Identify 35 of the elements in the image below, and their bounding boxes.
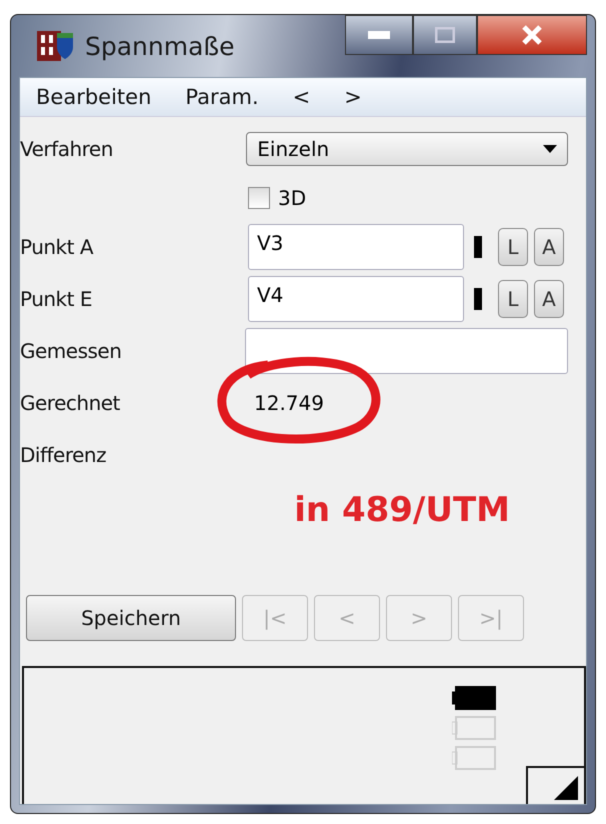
field-label: Differenz <box>20 443 108 467</box>
menu-item[interactable]: < <box>292 85 310 109</box>
point-input-field[interactable]: V4 <box>248 276 464 322</box>
point-button[interactable]: A <box>534 228 564 266</box>
window-title: Spannmaße <box>85 32 235 60</box>
checkbox[interactable] <box>248 187 270 209</box>
marker-bar <box>474 236 482 258</box>
minimize-button[interactable] <box>345 15 413 55</box>
measured-input-field[interactable] <box>245 328 568 374</box>
field-label: Gemessen <box>20 339 122 363</box>
point-button[interactable]: L <box>498 280 528 318</box>
close-icon <box>521 25 543 45</box>
menu-item[interactable]: Param. <box>185 85 259 109</box>
field-label: Punkt A <box>20 235 94 259</box>
maximize-icon <box>435 27 455 43</box>
minimize-icon <box>368 31 390 39</box>
marker-bar <box>474 288 482 310</box>
point-input-field[interactable]: V3 <box>248 224 464 270</box>
field-label: Verfahren <box>20 137 114 161</box>
checkbox-label: 3D <box>278 186 306 210</box>
computed-value: 12.749 <box>254 391 324 415</box>
annotation-text: in 489/UTM <box>294 490 510 530</box>
menu-item[interactable]: Bearbeiten <box>36 85 152 109</box>
dropdown-arrow-icon <box>543 145 557 153</box>
resize-grip-icon <box>554 776 578 800</box>
field-label: Punkt E <box>20 287 93 311</box>
menu-item[interactable]: > <box>344 85 362 109</box>
app-icon <box>37 29 75 63</box>
close-button[interactable] <box>477 15 587 55</box>
field-label: Gerechnet <box>20 391 121 415</box>
maximize-button[interactable] <box>413 15 477 55</box>
method-dropdown[interactable]: Einzeln <box>246 132 568 166</box>
point-button[interactable]: A <box>534 280 564 318</box>
point-button[interactable]: L <box>498 228 528 266</box>
save-button[interactable]: Speichern <box>26 595 236 641</box>
